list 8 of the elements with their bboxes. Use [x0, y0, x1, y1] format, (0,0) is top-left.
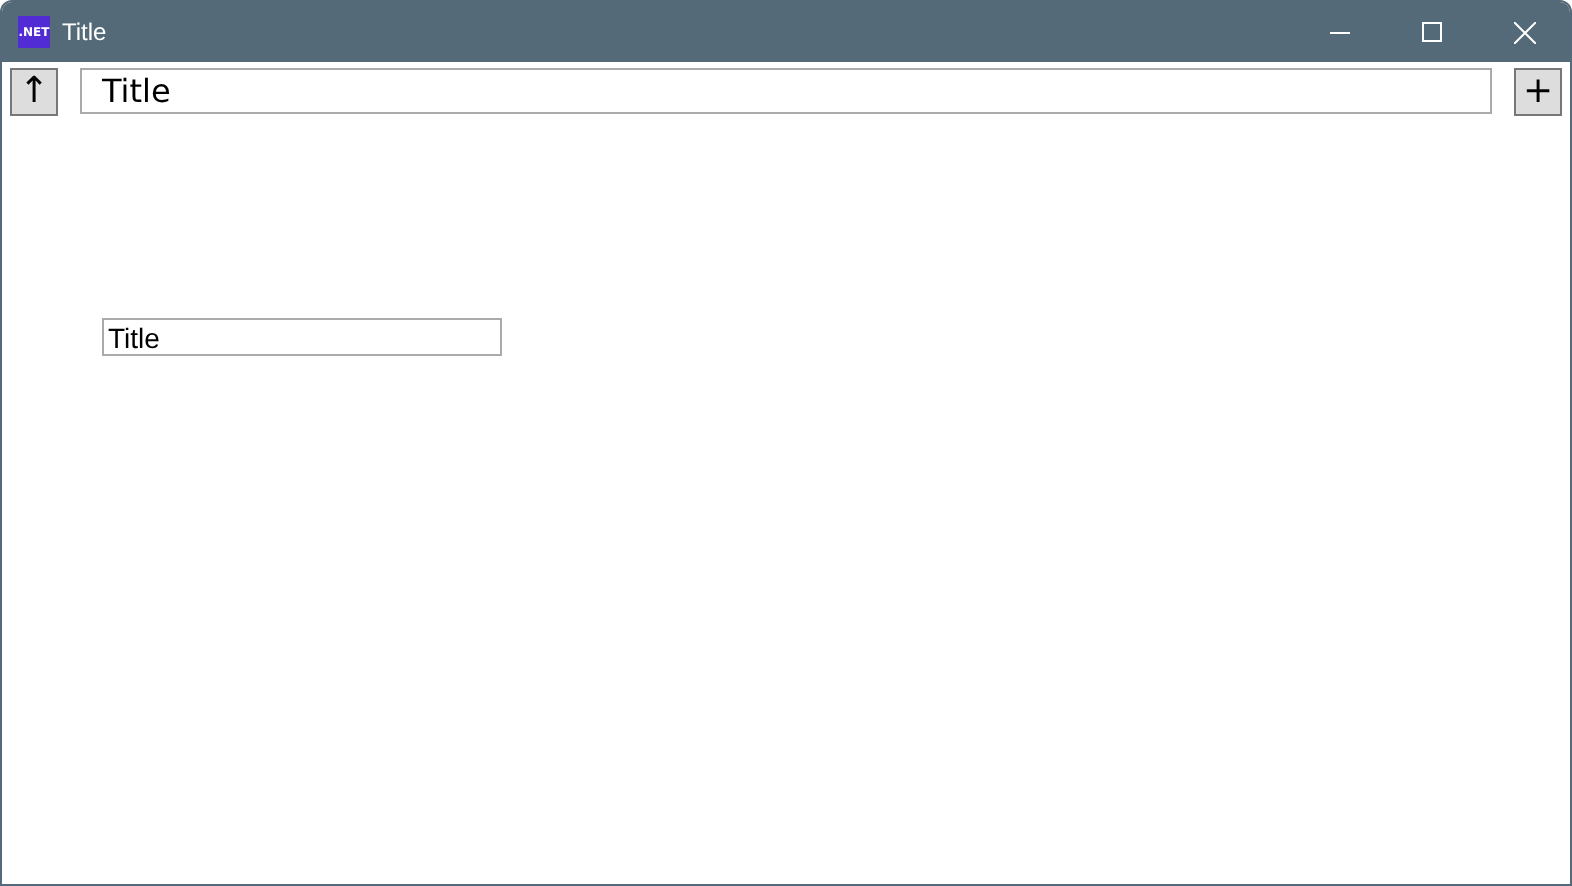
close-icon[interactable]	[1513, 21, 1535, 43]
window-title: Title	[62, 18, 107, 46]
up-button[interactable]: ↑	[10, 67, 58, 115]
title-field[interactable]: Title	[102, 318, 502, 356]
path-field[interactable]: Title	[80, 68, 1492, 114]
add-button[interactable]: +	[1514, 67, 1562, 115]
maximize-icon[interactable]	[1422, 22, 1442, 42]
minimize-icon[interactable]	[1330, 31, 1350, 33]
